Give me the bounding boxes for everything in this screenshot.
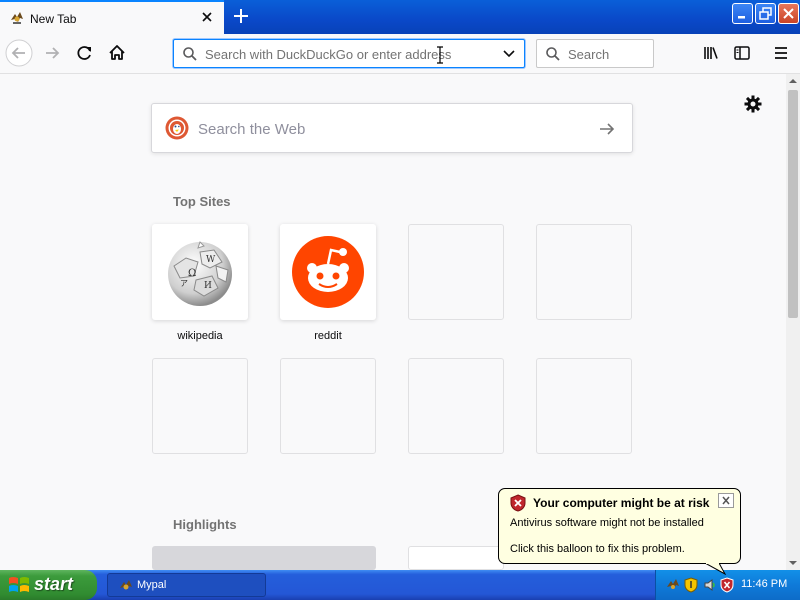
svg-text:ア: ア: [180, 279, 188, 288]
security-alert-icon[interactable]: [720, 577, 734, 593]
url-input[interactable]: [205, 45, 495, 63]
mypal-logo-icon: [11, 12, 23, 24]
svg-text:W: W: [206, 255, 216, 265]
close-icon: [783, 8, 794, 19]
security-shield-icon[interactable]: [684, 577, 698, 593]
search-bar[interactable]: [536, 39, 654, 68]
top-site-reddit[interactable]: [280, 224, 376, 320]
scroll-down-arrow-icon[interactable]: [786, 556, 800, 570]
forward-arrow-icon[interactable]: [39, 39, 67, 67]
nav-toolbar: [0, 34, 800, 74]
sidebar-toggle-icon[interactable]: [728, 39, 756, 67]
empty-top-site-slot: [536, 358, 632, 454]
start-label: start: [34, 574, 74, 594]
minimize-button[interactable]: [732, 3, 753, 24]
tab-new-tab[interactable]: New Tab: [0, 0, 224, 34]
mypal-logo-icon: [120, 580, 132, 590]
balloon-tail: [705, 563, 727, 575]
balloon-message: Click this balloon to fix this problem.: [510, 543, 685, 555]
highlights-heading: Highlights: [173, 517, 237, 532]
web-search-box[interactable]: [151, 103, 633, 153]
duckduckgo-logo-icon: [165, 116, 189, 140]
taskbar-item-mypal[interactable]: Mypal: [107, 573, 266, 597]
wikipedia-globe-icon: Ω W И ア: [168, 241, 232, 306]
security-balloon[interactable]: Your computer might be at risk Antivirus…: [498, 488, 741, 575]
start-button[interactable]: start: [0, 570, 97, 600]
url-bar[interactable]: [173, 39, 525, 68]
tab-title: New Tab: [30, 12, 77, 26]
network-activity-icon[interactable]: [665, 577, 681, 593]
highlight-card[interactable]: [408, 546, 504, 570]
taskbar-item-label: Mypal: [137, 579, 167, 591]
highlight-card[interactable]: [152, 546, 376, 570]
empty-top-site-slot: [408, 224, 504, 320]
reload-icon[interactable]: [71, 39, 99, 67]
balloon-message: Antivirus software might not be installe…: [510, 517, 704, 529]
close-window-button[interactable]: [778, 3, 799, 24]
close-icon[interactable]: [198, 8, 216, 26]
gear-icon[interactable]: [743, 94, 763, 114]
title-bar: New Tab: [0, 0, 800, 34]
arrow-right-icon[interactable]: [598, 120, 616, 138]
reddit-alien-icon: [292, 236, 364, 308]
empty-top-site-slot: [152, 358, 248, 454]
web-search-input[interactable]: [198, 119, 588, 139]
new-tab-plus-icon[interactable]: [230, 5, 252, 27]
top-site-wikipedia[interactable]: Ω W И ア: [152, 224, 248, 320]
restore-icon: [759, 7, 772, 20]
scrollbar-thumb[interactable]: [788, 90, 798, 318]
back-arrow-icon[interactable]: [5, 39, 33, 67]
empty-top-site-slot: [408, 358, 504, 454]
menu-hamburger-icon[interactable]: [767, 39, 795, 67]
taskbar: start Mypal 11:46 PM: [0, 570, 800, 600]
close-icon: [722, 496, 730, 505]
scroll-up-arrow-icon[interactable]: [786, 74, 800, 88]
search-icon: [546, 47, 560, 61]
library-icon[interactable]: [697, 39, 725, 67]
top-site-label: wikipedia: [177, 330, 223, 342]
maximize-button[interactable]: [755, 3, 776, 24]
balloon-title: Your computer might be at risk: [533, 496, 710, 510]
shield-warning-icon: [510, 494, 526, 512]
minimize-icon: [738, 16, 745, 19]
windows-logo-icon: [9, 577, 29, 592]
home-icon[interactable]: [103, 39, 131, 67]
search-input[interactable]: [568, 45, 648, 63]
svg-text:Ω: Ω: [188, 268, 196, 279]
search-icon: [183, 47, 197, 61]
balloon-close-button[interactable]: [718, 493, 734, 508]
empty-top-site-slot: [536, 224, 632, 320]
vertical-scrollbar[interactable]: [786, 74, 800, 570]
top-sites-heading: Top Sites: [173, 194, 231, 209]
text-cursor-icon: [437, 46, 443, 64]
svg-text:И: И: [204, 281, 212, 291]
chevron-down-icon[interactable]: [502, 47, 516, 61]
speaker-icon[interactable]: [702, 577, 718, 593]
empty-top-site-slot: [280, 358, 376, 454]
top-site-label: reddit: [314, 330, 342, 342]
clock: 11:46 PM: [741, 578, 788, 590]
